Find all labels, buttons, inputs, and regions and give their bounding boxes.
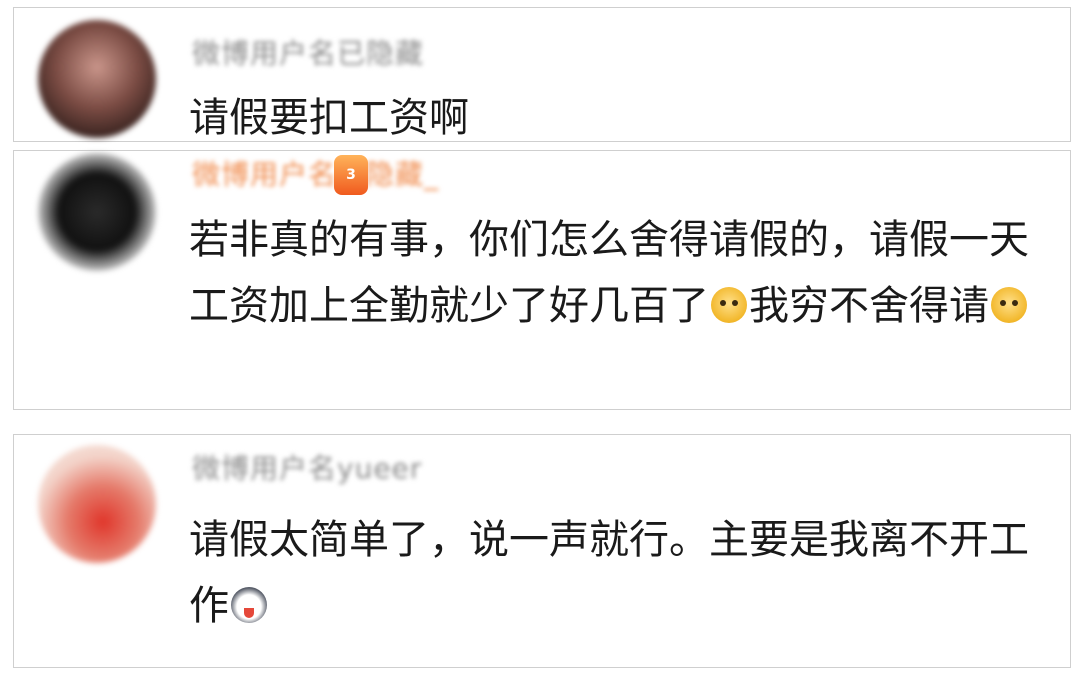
- comment-card[interactable]: 微博用户名已隐藏 请假要扣工资啊: [13, 7, 1071, 142]
- comment-username[interactable]: 微博用户名已隐藏: [192, 32, 424, 72]
- comment-text-part: 请假要扣工资啊: [189, 95, 469, 141]
- comment-username[interactable]: 微博用户名已隐藏_: [192, 153, 439, 193]
- comment-text: 请假太简单了，说一声就行。主要是我离不开工作: [189, 507, 1049, 639]
- comment-card[interactable]: 微博用户名yueer 请假太简单了，说一声就行。主要是我离不开工作: [13, 434, 1071, 668]
- comment-card[interactable]: 微博用户名已隐藏_ 3 若非真的有事，你们怎么舍得请假的，请假一天工资加上全勤就…: [13, 150, 1071, 410]
- avatar[interactable]: [38, 153, 156, 271]
- comment-text-part: 我穷不舍得请: [749, 283, 989, 329]
- crying-dog-icon: [991, 287, 1027, 323]
- comment-username[interactable]: 微博用户名yueer: [192, 447, 422, 487]
- husky-tongue-icon: [231, 587, 267, 623]
- comment-text-part: 请假太简单了，说一声就行。主要是我离不开工作: [189, 517, 1029, 629]
- avatar[interactable]: [38, 445, 156, 563]
- comment-text: 请假要扣工资啊: [189, 88, 1049, 148]
- comment-text: 若非真的有事，你们怎么舍得请假的，请假一天工资加上全勤就少了好几百了 我穷不舍得请: [189, 207, 1049, 339]
- crying-dog-icon: [711, 287, 747, 323]
- avatar[interactable]: [38, 20, 156, 138]
- fan-badge-icon: 3: [334, 155, 368, 195]
